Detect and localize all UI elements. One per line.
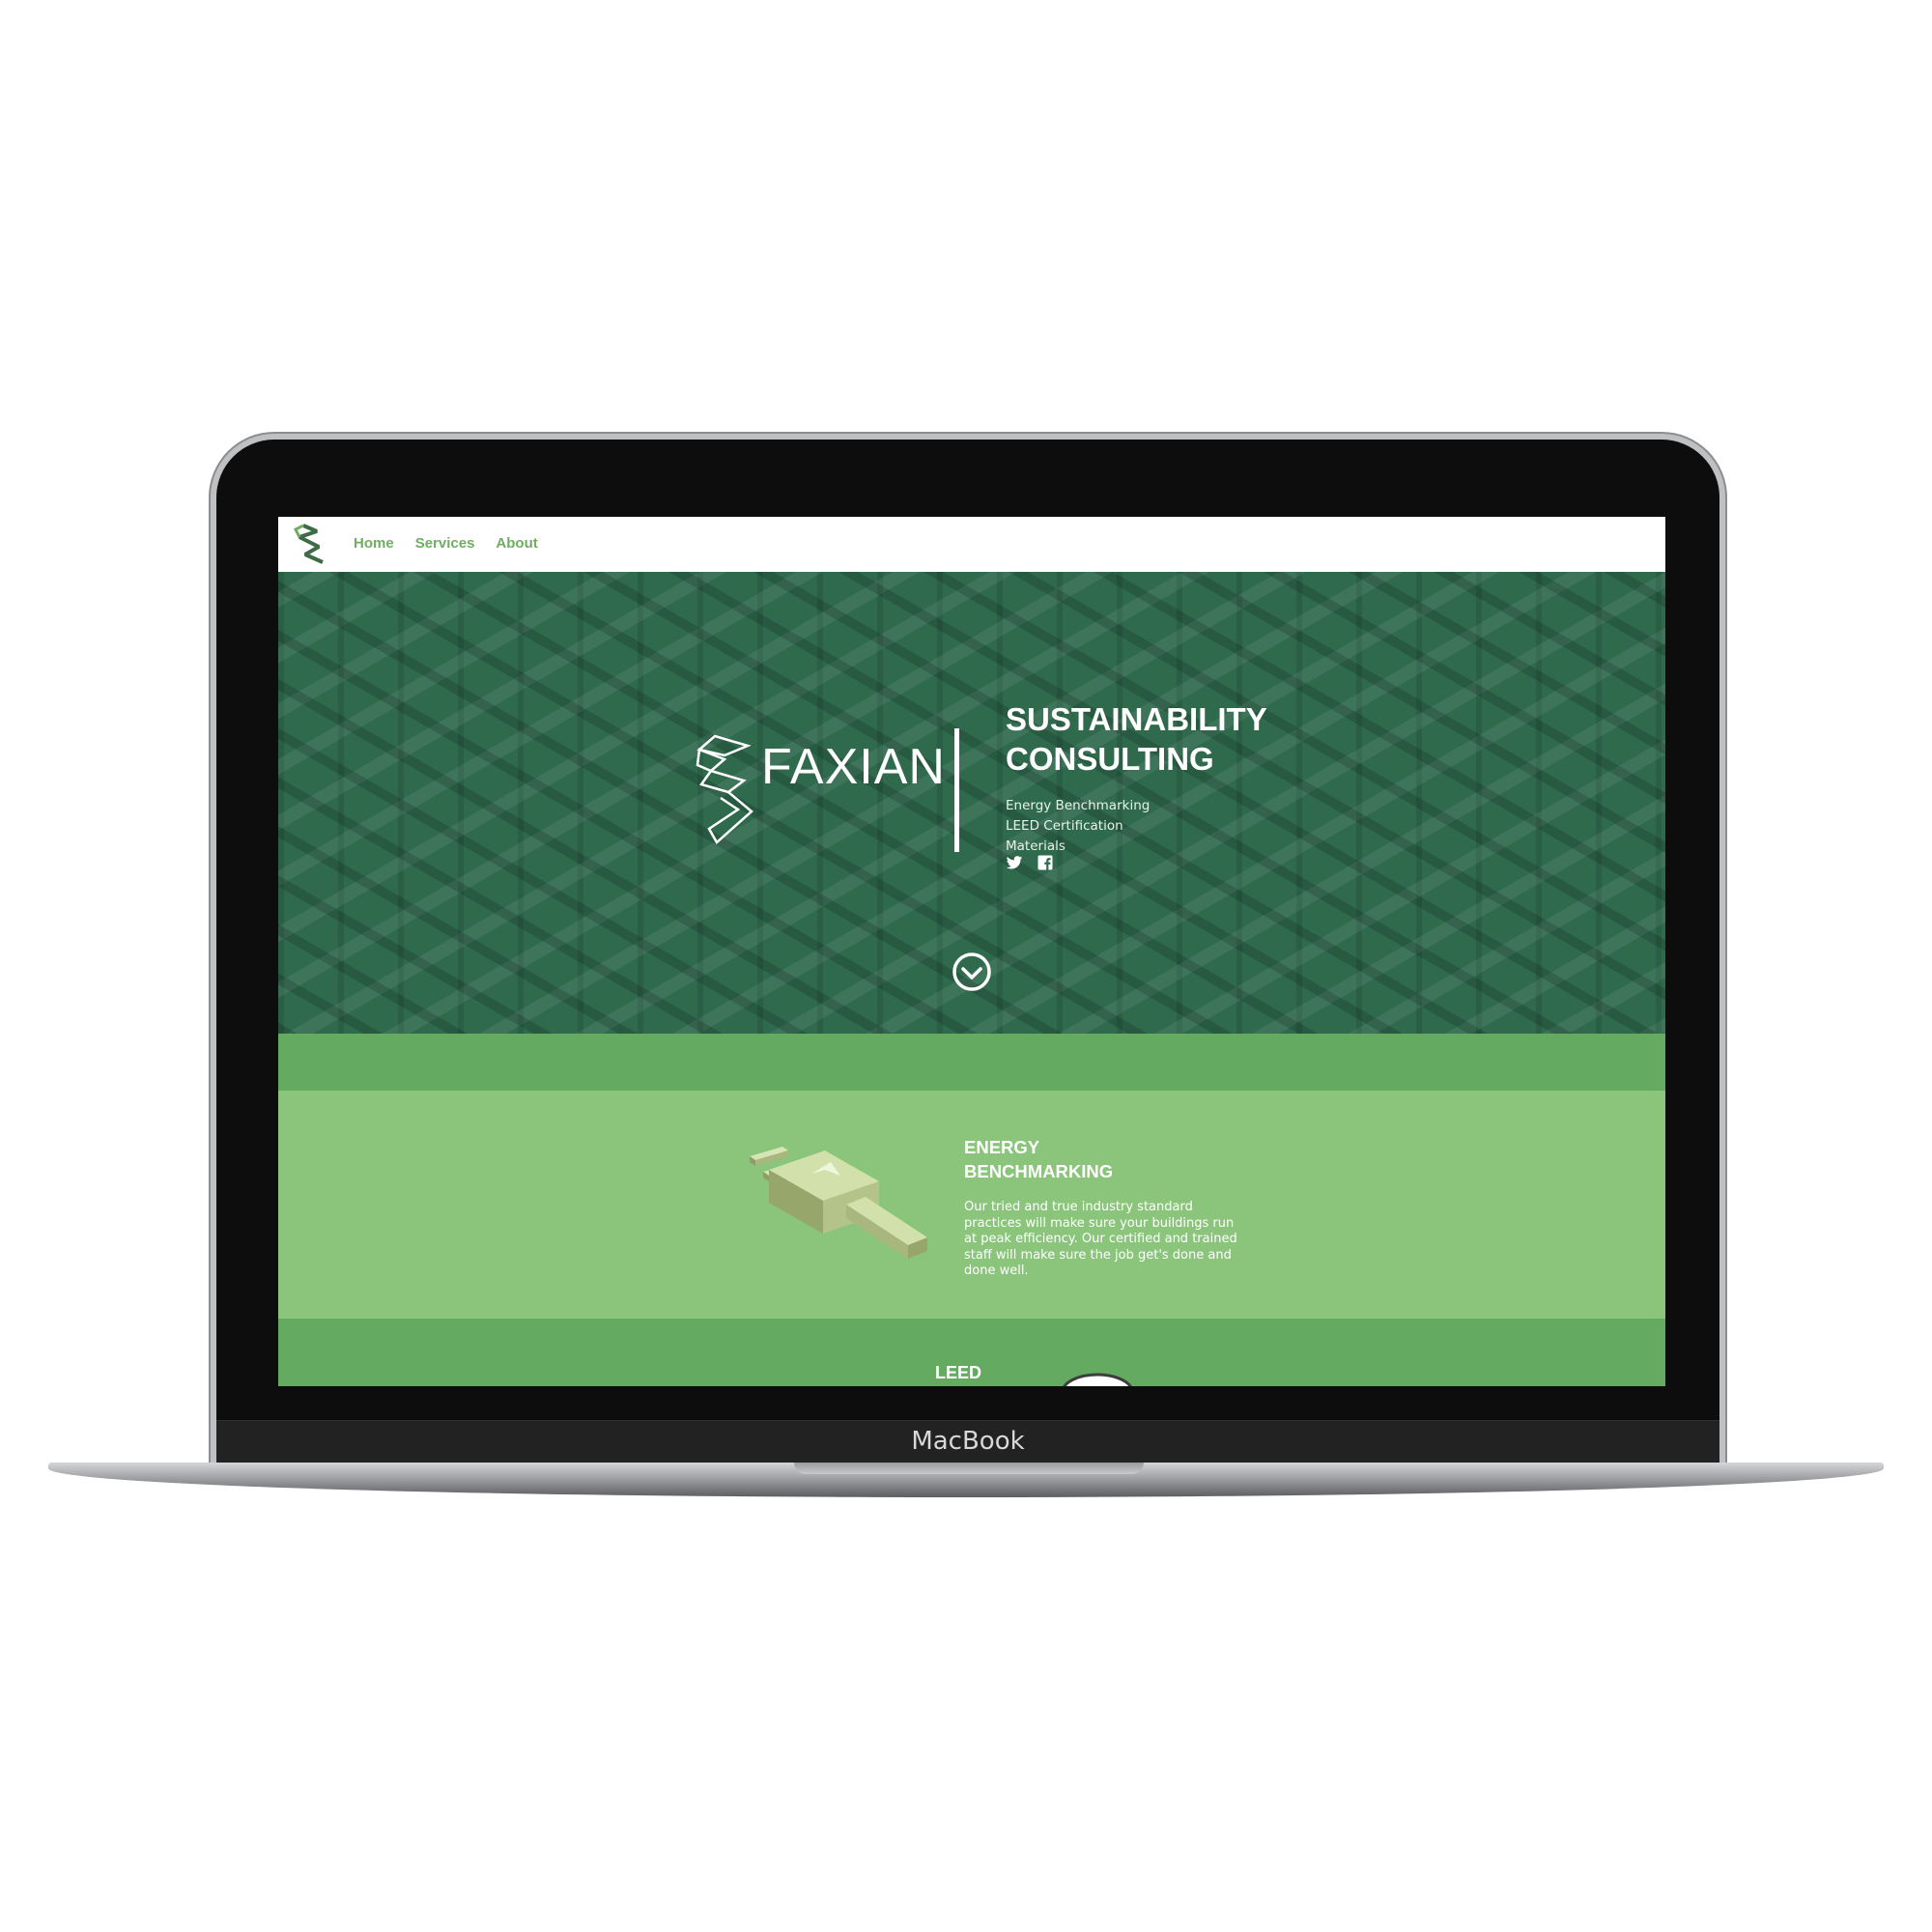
laptop-chin: MacBook xyxy=(216,1420,1719,1463)
nav-home-link[interactable]: Home xyxy=(354,535,394,552)
scroll-down-chevron-icon[interactable] xyxy=(952,952,992,992)
hero-service-item[interactable]: LEED Certification xyxy=(1006,816,1150,837)
hero-title-line1: SUSTAINABILITY xyxy=(1006,701,1267,737)
hero-title-line2: CONSULTING xyxy=(1006,741,1214,777)
section-divider-band xyxy=(278,1034,1665,1091)
hero-title: SUSTAINABILITY CONSULTING xyxy=(1006,699,1267,779)
top-navbar: Home Services About xyxy=(278,517,1665,572)
hero-services-list: Energy Benchmarking LEED Certification M… xyxy=(1006,796,1150,857)
hero-divider xyxy=(954,728,959,852)
laptop-brand-label: MacBook xyxy=(911,1427,1025,1456)
leed-title: LEED xyxy=(935,1363,982,1382)
twitter-icon[interactable] xyxy=(1006,854,1023,871)
nav-services-link[interactable]: Services xyxy=(415,535,475,552)
energy-title-line2: BENCHMARKING xyxy=(964,1161,1114,1181)
laptop-screen: Home Services About FAXIAN SUSTAINABILIT… xyxy=(278,517,1665,1386)
laptop-notch xyxy=(794,1463,1144,1474)
nav-links: Home Services About xyxy=(354,535,538,552)
energy-benchmarking-description: Our tried and true industry standard pra… xyxy=(964,1200,1237,1278)
power-plug-icon xyxy=(750,1147,927,1259)
nav-about-link[interactable]: About xyxy=(496,535,537,552)
energy-benchmarking-title: ENERGY BENCHMARKING xyxy=(964,1135,1113,1183)
hero-wordmark: FAXIAN xyxy=(761,739,946,795)
leed-section: LEED xyxy=(278,1319,1665,1386)
hero-section: FAXIAN SUSTAINABILITY CONSULTING Energy … xyxy=(278,572,1665,1034)
energy-title-line1: ENERGY xyxy=(964,1137,1040,1157)
facebook-icon[interactable] xyxy=(1037,854,1054,871)
hero-service-item[interactable]: Energy Benchmarking xyxy=(1006,796,1150,816)
faxian-logo-icon[interactable] xyxy=(290,522,330,566)
social-links xyxy=(1006,854,1054,871)
faxian-hero-logo-icon xyxy=(696,734,753,844)
leed-badge-icon xyxy=(1063,1373,1132,1386)
energy-benchmarking-section: ENERGY BENCHMARKING Our tried and true i… xyxy=(278,1091,1665,1319)
